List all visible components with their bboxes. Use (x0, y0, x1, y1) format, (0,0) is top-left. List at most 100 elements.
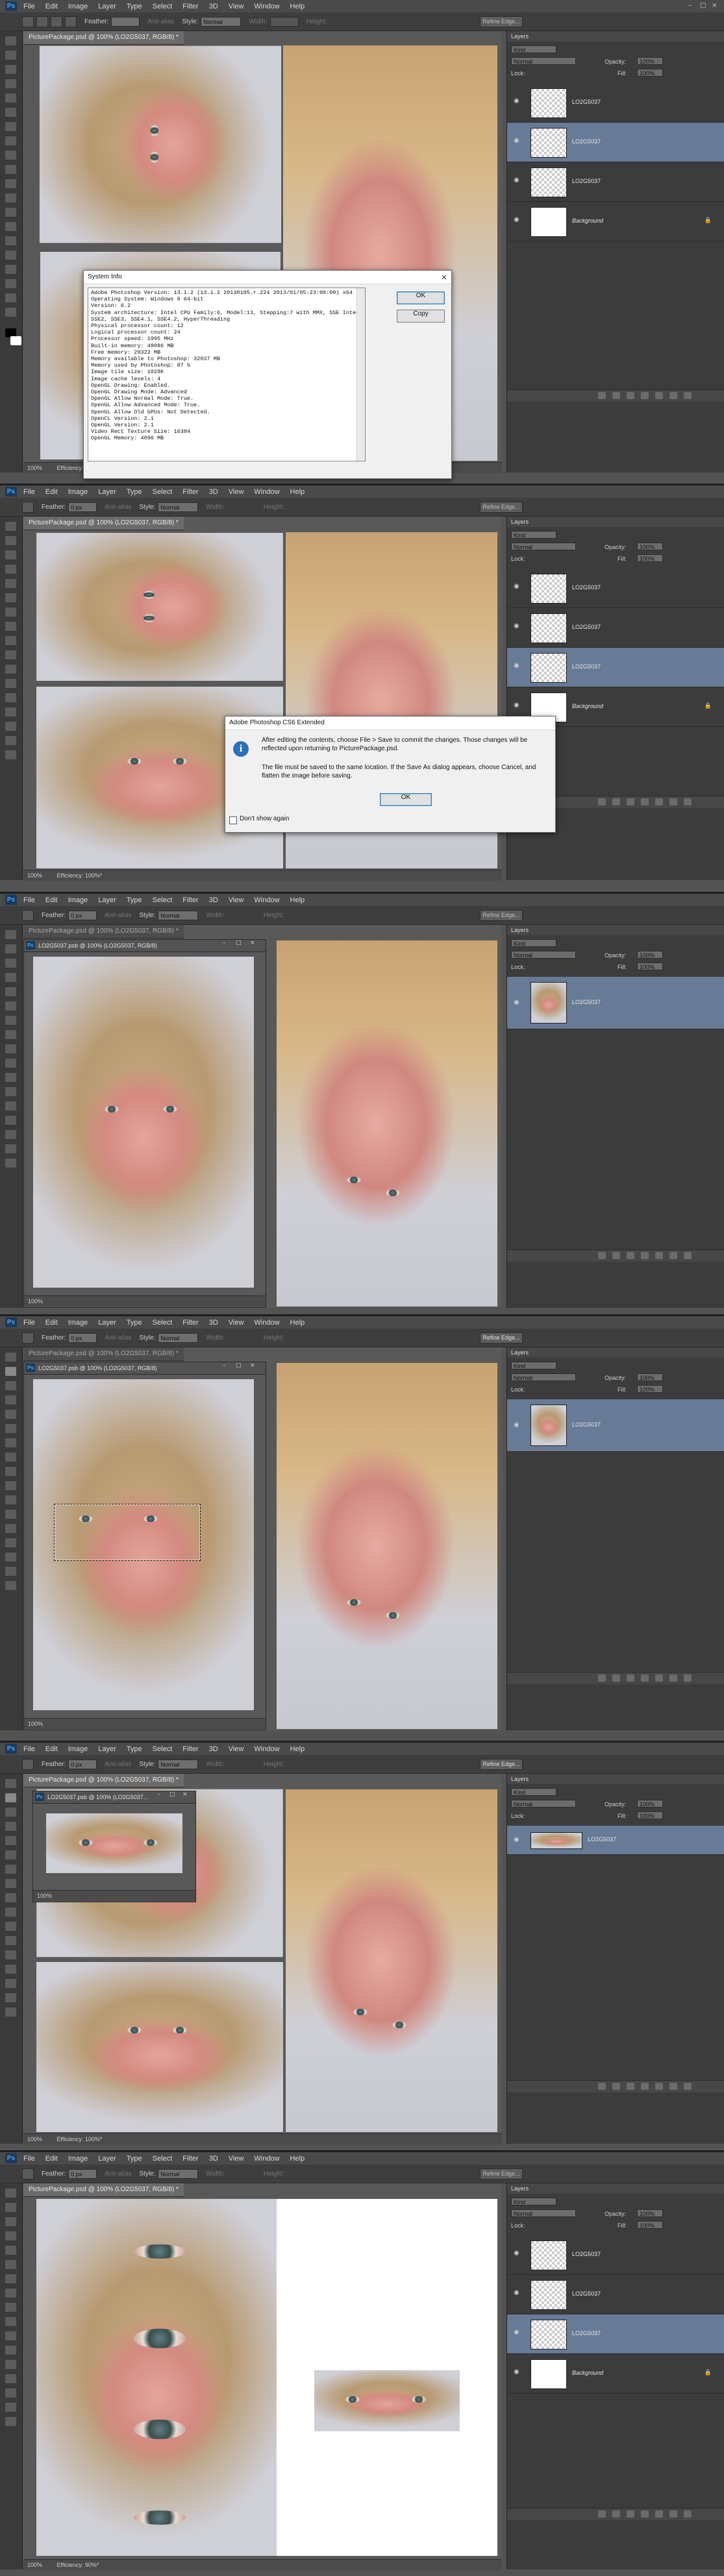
crop-tool-icon[interactable] (5, 987, 16, 996)
minimize-icon[interactable]: – (223, 940, 226, 946)
menu-type[interactable]: Type (127, 1745, 142, 1753)
menu-type[interactable]: Type (127, 2155, 142, 2163)
stamp-tool-icon[interactable] (5, 151, 16, 160)
stamp-tool-icon[interactable] (5, 1044, 16, 1053)
type-tool-icon[interactable] (5, 251, 16, 260)
visibility-eye-icon[interactable]: ◉ (514, 216, 521, 223)
brush-tool-icon[interactable] (5, 622, 16, 631)
layer-row-selected[interactable]: ◉ LO2G5037 (507, 123, 724, 162)
group-icon[interactable] (655, 2083, 663, 2090)
menu-edit[interactable]: Edit (45, 488, 58, 496)
close-icon[interactable]: × (712, 2, 719, 9)
group-icon[interactable] (655, 798, 663, 805)
kind-filter-select[interactable]: Kind (511, 1788, 556, 1796)
menu-filter[interactable]: Filter (182, 896, 198, 904)
add-mask-icon[interactable] (627, 798, 634, 805)
fill-input[interactable]: 100% (637, 69, 663, 77)
menu-image[interactable]: Image (68, 2155, 88, 2163)
quick-select-tool-icon[interactable] (5, 565, 16, 574)
menu-help[interactable]: Help (290, 1745, 305, 1753)
layer-name[interactable]: LO2G5037 (572, 2251, 601, 2257)
kind-filter-select[interactable]: Kind (511, 1362, 556, 1369)
type-tool-icon[interactable] (5, 707, 16, 717)
lasso-tool-icon[interactable] (5, 1381, 16, 1390)
add-mask-icon[interactable] (627, 1674, 634, 1682)
new-layer-icon[interactable] (669, 1674, 677, 1682)
background-color-swatch[interactable] (10, 336, 21, 345)
gradient-tool-icon[interactable] (5, 2331, 16, 2340)
close-icon[interactable]: × (441, 273, 447, 282)
menu-help[interactable]: Help (290, 2155, 305, 2163)
layer-name[interactable]: LO2G5037 (572, 663, 601, 670)
quick-select-tool-icon[interactable] (5, 1822, 16, 1831)
visibility-eye-icon[interactable]: ◉ (514, 999, 521, 1006)
lasso-tool-icon[interactable] (5, 2217, 16, 2226)
pen-tool-icon[interactable] (5, 1950, 16, 1959)
document-tab[interactable]: PicturePackage.psd @ 100% (LO2G5037, RGB… (23, 925, 184, 938)
new-layer-icon[interactable] (669, 392, 677, 399)
add-selection-icon[interactable] (51, 16, 62, 27)
document-tab[interactable]: PicturePackage.psd @ 100% (LO2G5037, RGB… (23, 1774, 184, 1787)
fill-input[interactable]: 100% (637, 554, 663, 562)
visibility-eye-icon[interactable]: ◉ (514, 662, 521, 669)
subtract-selection-icon[interactable] (65, 16, 77, 27)
menu-window[interactable]: Window (254, 3, 279, 10)
new-layer-icon[interactable] (669, 798, 677, 805)
layer-name[interactable]: LO2G5037 (572, 178, 601, 184)
style-select[interactable]: Normal (158, 1332, 199, 1343)
layer-name[interactable]: LO2G5037 (572, 999, 601, 1005)
gradient-tool-icon[interactable] (5, 193, 16, 202)
dodge-tool-icon[interactable] (5, 1087, 16, 1096)
feather-input[interactable]: 0 px (68, 910, 97, 920)
pen-tool-icon[interactable] (5, 236, 16, 245)
trash-icon[interactable] (684, 2083, 692, 2090)
move-tool-icon[interactable] (5, 522, 16, 531)
lasso-tool-icon[interactable] (5, 65, 16, 74)
shape-tool-icon[interactable] (5, 1979, 16, 1988)
style-select[interactable]: Normal (201, 16, 242, 27)
quick-select-tool-icon[interactable] (5, 2231, 16, 2240)
marquee-tool-preset-icon[interactable] (22, 2168, 34, 2179)
new-selection-icon[interactable] (36, 16, 48, 27)
maximize-icon[interactable]: □ (169, 1791, 175, 1798)
add-mask-icon[interactable] (627, 2510, 634, 2518)
add-mask-icon[interactable] (627, 2083, 634, 2090)
style-select[interactable]: Normal (158, 910, 199, 920)
menu-view[interactable]: View (229, 896, 244, 904)
brush-tool-icon[interactable] (5, 2288, 16, 2298)
zoom-level[interactable]: 100% (27, 465, 42, 471)
eyedropper-tool-icon[interactable] (5, 593, 16, 602)
layer-row[interactable]: ◉ LO2G5037 (507, 2235, 724, 2275)
opacity-input[interactable]: 100% (637, 1800, 663, 1808)
visibility-eye-icon[interactable]: ◉ (514, 2250, 521, 2257)
feather-input[interactable] (111, 16, 140, 27)
shape-tool-icon[interactable] (5, 722, 16, 731)
style-select[interactable]: Normal (158, 1759, 199, 1769)
layer-row[interactable]: ◉ LO2G5037 (507, 83, 724, 123)
brush-tool-icon[interactable] (5, 136, 16, 145)
quick-select-tool-icon[interactable] (5, 973, 16, 982)
eraser-tool-icon[interactable] (5, 1907, 16, 1917)
group-icon[interactable] (655, 2510, 663, 2518)
group-icon[interactable] (655, 1674, 663, 1682)
menu-type[interactable]: Type (127, 1319, 142, 1327)
menu-help[interactable]: Help (290, 3, 305, 10)
hand-tool-icon[interactable] (5, 293, 16, 302)
dodge-tool-icon[interactable] (5, 2346, 16, 2355)
layer-name[interactable]: LO2G5037 (572, 2290, 601, 2297)
opacity-input[interactable]: 100% (637, 57, 663, 65)
crop-tool-icon[interactable] (5, 2246, 16, 2255)
zoom-tool-icon[interactable] (5, 308, 16, 317)
lasso-tool-icon[interactable] (5, 1808, 16, 1817)
menu-view[interactable]: View (229, 2155, 244, 2163)
menu-file[interactable]: File (23, 3, 35, 10)
marquee-tool-icon[interactable] (5, 2203, 16, 2212)
shape-tool-icon[interactable] (5, 1130, 16, 1139)
trash-icon[interactable] (684, 1252, 692, 1259)
eyedropper-tool-icon[interactable] (5, 108, 16, 117)
ok-button[interactable]: OK (397, 291, 445, 304)
minimize-icon[interactable]: – (688, 2, 696, 9)
menu-window[interactable]: Window (254, 2155, 279, 2163)
layer-style-icon[interactable] (612, 392, 620, 399)
hand-tool-icon[interactable] (5, 2403, 16, 2412)
